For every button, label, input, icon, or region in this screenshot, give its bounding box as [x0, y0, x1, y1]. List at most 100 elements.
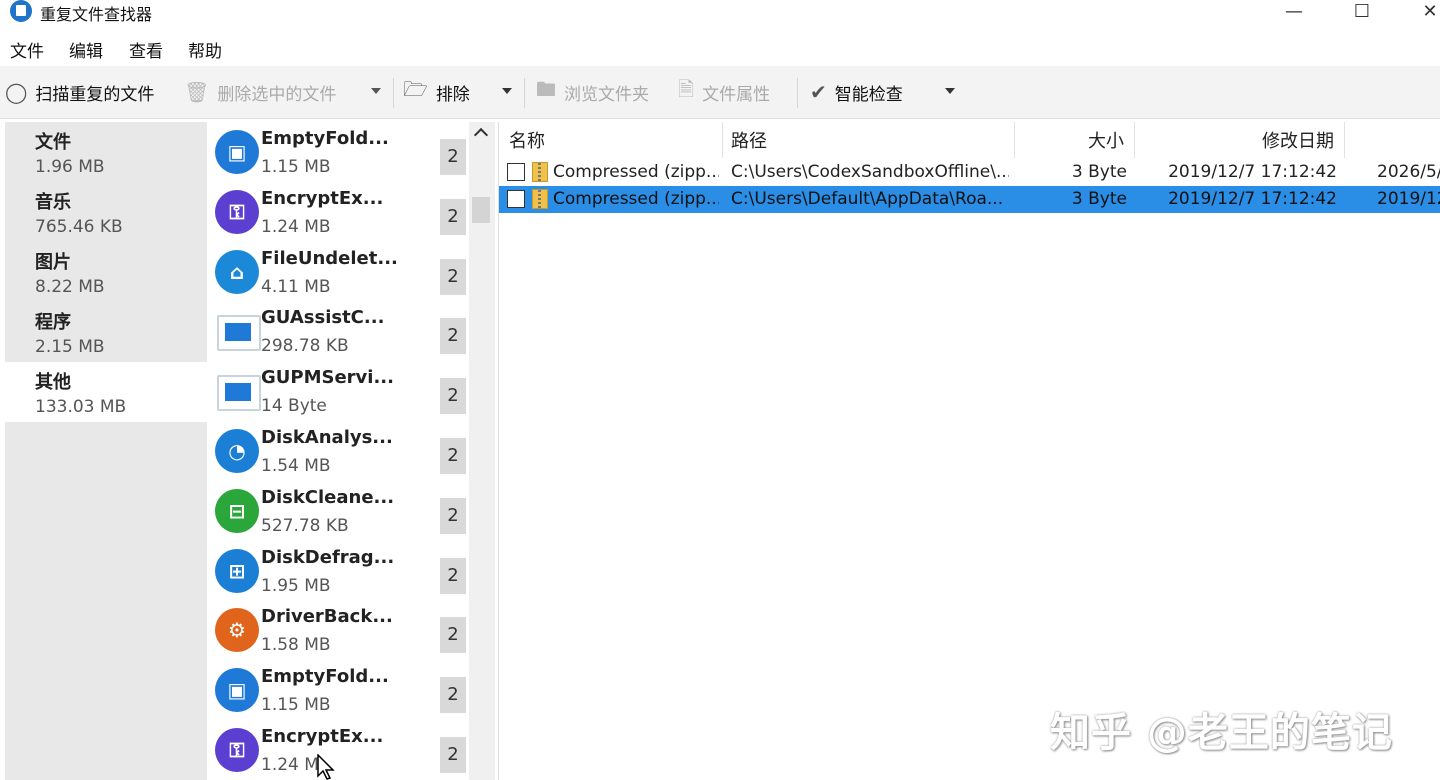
row-path: C:\Users\CodexSandboxOffline\... [731, 162, 1009, 182]
menu-help[interactable]: 帮助 [188, 37, 222, 62]
category-item-pictures[interactable]: 图片 8.22 MB [5, 242, 207, 302]
category-name: 程序 [35, 312, 71, 333]
search-icon: ◯ [5, 80, 28, 104]
group-name: DiskAnalys... [261, 427, 393, 448]
lock-icon: ⚿ [215, 728, 259, 772]
window-title: 重复文件查找器 [40, 5, 153, 24]
title-bar: 重复文件查找器 — ☐ ✕ [0, 0, 1440, 30]
group-name: EmptyFold... [261, 666, 389, 688]
browse-folder-button[interactable]: 🖿 浏览文件夹 [536, 76, 649, 108]
group-list-item[interactable]: ⊞ DiskDefrag... 1.95 MB 2 [207, 541, 469, 601]
category-size: 133.03 MB [35, 397, 127, 417]
group-size: 4.11 MB [261, 276, 331, 297]
category-name: 其他 [35, 372, 71, 393]
group-list-item[interactable]: ◔ DiskAnalys... 1.54 MB 2 [207, 421, 469, 481]
file-table: 名称 路径 大小 修改日期 Compressed (zipp... C:\Use… [498, 122, 1440, 780]
scrollbar-thumb[interactable] [472, 197, 490, 223]
group-name: EncryptEx... [261, 726, 384, 747]
exclude-dropdown-arrow[interactable] [502, 88, 512, 94]
group-count-badge: 2 [440, 258, 466, 295]
toolbar: ◯ 扫描重复的文件 🗑 删除选中的文件 🗁 排除 🖿 浏览文件夹 🗎 文件属性 … [0, 66, 1440, 119]
scroll-up-arrow[interactable] [473, 127, 489, 143]
delete-selected-button[interactable]: 🗑 删除选中的文件 [184, 76, 336, 108]
close-button[interactable]: ✕ [1400, 0, 1440, 28]
column-header-modified[interactable]: 修改日期 [1135, 122, 1345, 158]
folder-exclude-icon: 🗁 [403, 77, 428, 101]
folder-icon-glyph: ▣ [227, 140, 247, 164]
file-properties-icon: 🗎 [678, 77, 695, 101]
file-properties-button[interactable]: 🗎 文件属性 [678, 76, 770, 108]
duplicate-group-list: ▣ EmptyFold... 1.15 MB 2 ⚿ EncryptEx... 1.24 M… [207, 122, 469, 780]
group-size: 527.78 KB [261, 515, 349, 536]
minimize-button[interactable]: — [1264, 0, 1324, 28]
group-list-item[interactable]: ⌂ FileUndelet... 4.11 MB 2 [207, 242, 469, 302]
disk-analysis-icon: ◔ [215, 429, 259, 473]
group-name: DiskDefrag... [261, 546, 395, 568]
group-list-item[interactable]: ⊟ DiskCleane... 527.78 KB 2 [207, 481, 469, 541]
window-icon [217, 315, 261, 352]
folder-icon: ▣ [215, 668, 259, 713]
group-name: DriverBack... [261, 606, 393, 628]
zip-file-icon [532, 162, 548, 182]
column-header-extra[interactable] [1345, 122, 1440, 158]
group-list-item[interactable]: ⚿ EncryptEx... 1.24 MB 2 [207, 182, 469, 242]
props-label: 文件属性 [702, 84, 771, 105]
menu-file[interactable]: 文件 [10, 37, 44, 62]
group-size: 1.15 MB [261, 695, 331, 716]
group-list-item[interactable]: ▣ EmptyFold... 1.15 MB 2 [207, 122, 469, 182]
zip-file-icon [532, 189, 548, 209]
smart-check-button[interactable]: ✔ 智能检查 [810, 76, 903, 108]
toolbar-separator [797, 78, 798, 108]
group-name: EncryptEx... [261, 187, 384, 209]
trash-icon: 🗑 [184, 80, 210, 104]
group-name: FileUndelet... [261, 247, 398, 269]
watermark-text: 知乎 @老王的笔记 [1050, 710, 1393, 756]
category-item-music[interactable]: 音乐 765.46 KB [5, 182, 207, 242]
group-count-badge: 2 [440, 198, 466, 235]
folder-icon-glyph: ▣ [227, 678, 247, 703]
category-size: 2.15 MB [35, 337, 105, 357]
row-extra: 2019/12 [1377, 189, 1440, 209]
gear-icon-glyph: ⚙ [228, 618, 246, 643]
lock-icon-glyph: ⚿ [229, 199, 245, 224]
delete-dropdown-arrow[interactable] [371, 88, 381, 94]
group-count-badge: 2 [440, 139, 466, 175]
group-count-badge: 2 [440, 677, 466, 714]
delete-label: 删除选中的文件 [217, 84, 337, 105]
column-header-name[interactable]: 名称 [499, 122, 723, 158]
smart-check-dropdown-arrow[interactable] [945, 88, 955, 94]
row-checkbox[interactable] [507, 163, 525, 181]
group-list-item[interactable]: ⚙ DriverBack... 1.58 MB 2 [207, 600, 469, 660]
category-item-files[interactable]: 文件 1.96 MB [5, 122, 207, 182]
group-list-item[interactable]: GUPMServi... 14 Byte 2 [207, 361, 469, 421]
column-header-path[interactable]: 路径 [723, 122, 1015, 158]
disk-analysis-icon-glyph: ◔ [228, 439, 246, 463]
column-header-size[interactable]: 大小 [1015, 122, 1135, 158]
table-row-selected[interactable]: Compressed (zipp... C:\Users\Default\App… [499, 186, 1440, 213]
category-item-programs[interactable]: 程序 2.15 MB [5, 302, 207, 362]
group-size: 1.95 MB [261, 575, 331, 596]
group-name: GUAssistC... [261, 307, 385, 329]
category-panel: 文件 1.96 MB 音乐 765.46 KB 图片 8.22 MB 程序 2.… [5, 122, 207, 780]
group-list-scrollbar[interactable] [469, 122, 495, 780]
group-name: DiskCleane... [261, 486, 395, 508]
exclude-button[interactable]: 🗁 排除 [403, 76, 470, 108]
row-name: Compressed (zipp... [553, 189, 719, 209]
maximize-button[interactable]: ☐ [1332, 0, 1392, 28]
row-size: 3 Byte [1071, 162, 1127, 182]
menu-edit[interactable]: 编辑 [69, 37, 103, 62]
row-checkbox[interactable] [507, 190, 525, 208]
category-size: 1.96 MB [35, 157, 105, 177]
group-count-badge: 2 [440, 497, 466, 534]
table-row[interactable]: Compressed (zipp... C:\Users\CodexSandbo… [499, 159, 1440, 186]
category-name: 文件 [35, 132, 71, 153]
disk-defrag-icon: ⊞ [215, 548, 259, 593]
group-list-item[interactable]: GUAssistC... 298.78 KB 2 [207, 301, 469, 361]
category-item-other[interactable]: 其他 133.03 MB [5, 362, 207, 422]
recycle-icon: ⌂ [215, 249, 259, 294]
menu-view[interactable]: 查看 [129, 37, 163, 62]
browse-label: 浏览文件夹 [564, 84, 649, 105]
scan-button[interactable]: ◯ 扫描重复的文件 [5, 76, 154, 108]
group-list-item[interactable]: ▣ EmptyFold... 1.15 MB 2 [207, 660, 469, 720]
app-icon [10, 0, 32, 22]
